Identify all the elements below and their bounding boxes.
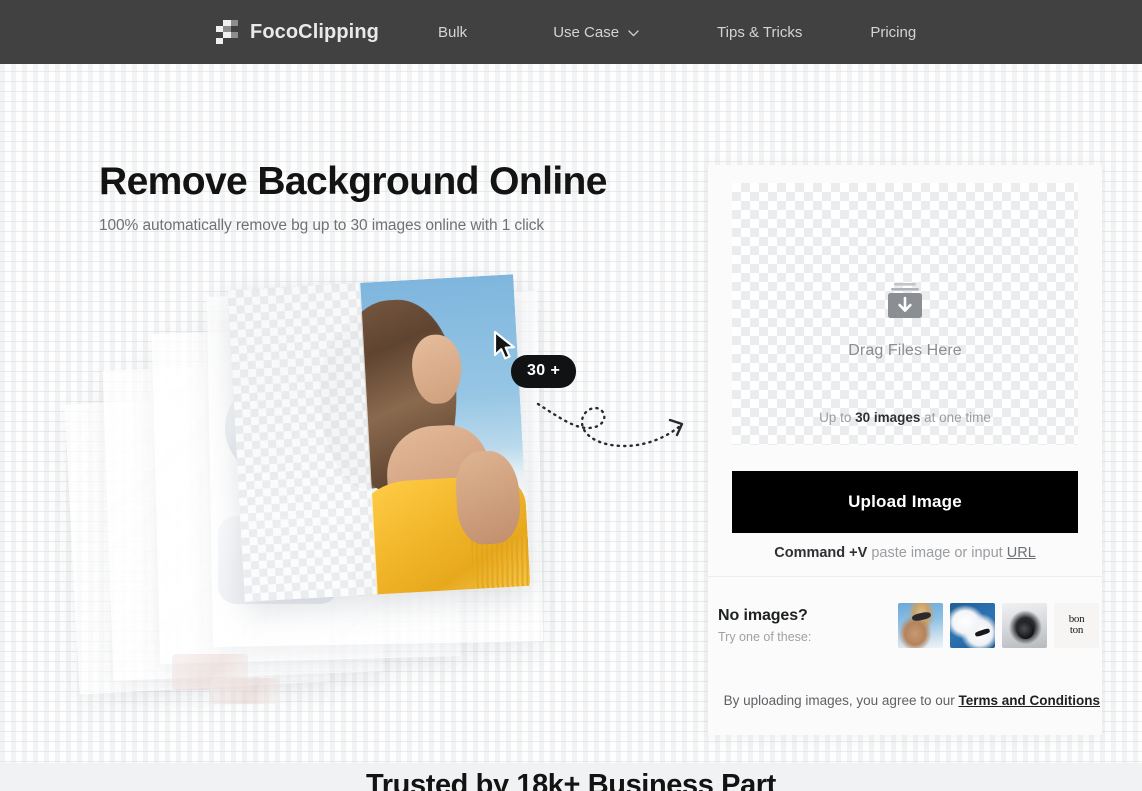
brand-name: FocoClipping (250, 20, 379, 43)
dropzone[interactable]: Drag Files Here Up to 30 images at one t… (732, 183, 1078, 445)
panel-divider (708, 576, 1102, 577)
terms-notice: By uploading images, you agree to our Te… (708, 693, 1102, 708)
sample-images-section: No images? Try one of these: bon ton (708, 585, 1102, 665)
limit-strong: 30 images (855, 410, 921, 425)
nav-item-label: Pricing (870, 23, 917, 41)
main-nav: Bulk Use Case Tips & Tricks Pricing (420, 24, 934, 41)
sample-labels: No images? Try one of these: (718, 607, 898, 644)
nav-item-tips-tricks[interactable]: Tips & Tricks (699, 24, 820, 41)
nav-item-bulk[interactable]: Bulk (420, 24, 485, 41)
sample-thumb-white-sneakers[interactable] (950, 602, 995, 648)
paste-shortcut: Command +V (774, 545, 868, 561)
paste-hint: Command +V paste image or input URL (708, 545, 1102, 561)
sample-subtitle: Try one of these: (718, 629, 812, 644)
sample-thumb-bonton-logo[interactable]: bon ton (1054, 602, 1099, 648)
dropzone-center: Drag Files Here (732, 281, 1078, 360)
figure-arm (454, 449, 523, 546)
terms-and-conditions-link[interactable]: Terms and Conditions (958, 693, 1100, 708)
limit-prefix: Up to (819, 410, 856, 425)
dropzone-limit-text: Up to 30 images at one time (732, 410, 1078, 425)
terms-text: By uploading images, you agree to our (723, 693, 959, 708)
paste-url-link[interactable]: URL (1007, 545, 1036, 561)
nav-item-label: Use Case (553, 23, 620, 41)
upload-image-button[interactable]: Upload Image (732, 471, 1078, 533)
tray-download-icon (884, 281, 926, 326)
sample-title: No images? (718, 606, 808, 624)
collage-hint-shoe (210, 678, 280, 704)
nav-item-label: Bulk (438, 23, 468, 41)
page-title: Remove Background Online (99, 160, 607, 203)
sample-thumbnails: bon ton (898, 602, 1099, 648)
checker-logo-icon (216, 20, 238, 44)
bottom-section-title: Trusted by 18k+ Business Part (366, 769, 776, 791)
sample-thumb-black-camera[interactable] (1002, 602, 1047, 648)
hero-photo-card (227, 274, 531, 602)
dropzone-label: Drag Files Here (848, 342, 962, 359)
nav-item-pricing[interactable]: Pricing (852, 24, 934, 41)
curly-dotted-arrow-icon (534, 398, 696, 455)
hero-text-block: Remove Background Online 100% automatica… (99, 160, 659, 235)
image-count-badge: 30 + (511, 355, 577, 388)
bonton-logo-text: bon ton (1069, 613, 1085, 636)
nav-item-use-case[interactable]: Use Case (535, 24, 657, 41)
sample-thumb-woman-sunglasses[interactable] (898, 602, 943, 648)
site-header: FocoClipping Bulk Use Case Tips & Tricks… (0, 0, 1142, 64)
paste-text: paste image or input (867, 545, 1007, 561)
nav-item-label: Tips & Tricks (717, 23, 803, 41)
upload-panel: Drag Files Here Up to 30 images at one t… (708, 165, 1102, 735)
hero-image-collage (60, 274, 680, 704)
bonton-line2: ton (1069, 624, 1084, 636)
bottom-section-strip: Trusted by 18k+ Business Part (0, 763, 1142, 791)
chevron-down-icon (628, 29, 639, 37)
page-subtitle: 100% automatically remove bg up to 30 im… (99, 216, 545, 234)
hero-photo (227, 274, 531, 602)
limit-suffix: at one time (920, 410, 991, 425)
brand-logo[interactable]: FocoClipping (216, 20, 379, 44)
transparency-veil (227, 282, 377, 602)
